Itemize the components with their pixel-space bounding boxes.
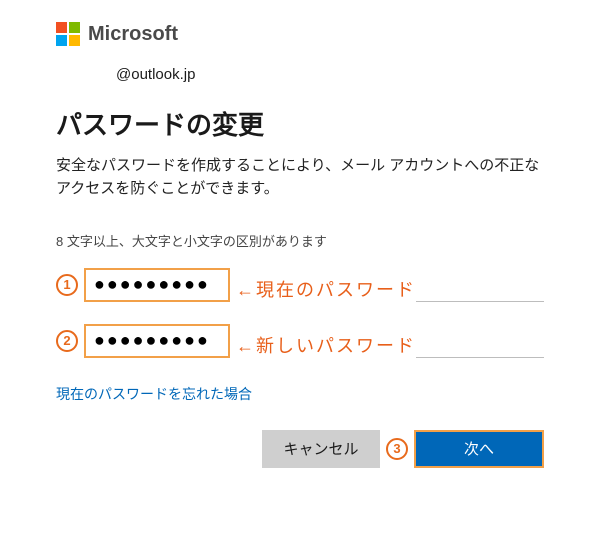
button-row: キャンセル 3 次へ [28, 430, 544, 468]
field-underline [416, 324, 544, 358]
account-email: @outlook.jp [116, 66, 544, 83]
next-button[interactable]: 次へ [414, 430, 544, 468]
page-title: パスワードの変更 [56, 105, 544, 142]
annotation-marker-2: 2 [56, 330, 78, 352]
brand-header: Microsoft [56, 22, 544, 46]
page-description: 安全なパスワードを作成することにより、メール アカウントへの不正なアクセスを防ぐ… [56, 154, 544, 201]
microsoft-logo-icon [56, 22, 80, 46]
brand-name: Microsoft [88, 23, 178, 46]
cancel-button[interactable]: キャンセル [262, 430, 380, 468]
annotation-marker-1: 1 [56, 274, 78, 296]
new-password-input[interactable] [84, 324, 230, 358]
field-underline [416, 268, 544, 302]
new-password-row: 2 ←新しいパスワード [56, 324, 544, 358]
forgot-password-link[interactable]: 現在のパスワードを忘れた場合 [56, 384, 252, 404]
annotation-label-2: ←新しいパスワード [236, 332, 416, 358]
password-hint: 8 文字以上、大文字と小文字の区別があります [56, 231, 544, 250]
current-password-row: 1 ←現在のパスワード [56, 268, 544, 302]
annotation-label-1: ←現在のパスワード [236, 276, 416, 302]
annotation-marker-3: 3 [386, 438, 408, 460]
current-password-input[interactable] [84, 268, 230, 302]
